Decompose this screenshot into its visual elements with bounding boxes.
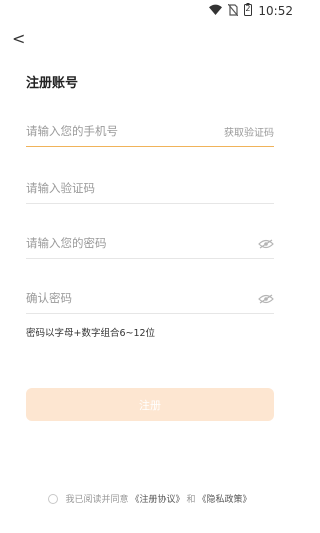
battery-icon: 2	[244, 3, 253, 19]
agreement-row: 我已阅读并同意 《注册协议》 和 《隐私政策》	[0, 492, 300, 505]
eye-off-icon[interactable]	[258, 289, 274, 308]
code-field[interactable]: 请输入验证码	[26, 173, 274, 204]
phone-field[interactable]: 请输入您的手机号 获取验证码	[26, 116, 274, 147]
agreement-middle: 和	[186, 495, 196, 505]
password-input[interactable]: 请输入您的密码	[26, 235, 107, 251]
status-bar: 2 10:52	[0, 0, 300, 22]
terms-link[interactable]: 《注册协议》	[130, 492, 184, 505]
page-title: 注册账号	[26, 76, 79, 91]
no-sim-icon	[227, 3, 239, 19]
wifi-icon	[209, 4, 223, 18]
clock: 10:52	[258, 4, 293, 18]
confirm-password-input[interactable]: 确认密码	[26, 290, 72, 306]
password-field[interactable]: 请输入您的密码	[26, 228, 274, 259]
get-code-button[interactable]: 获取验证码	[224, 124, 274, 139]
confirm-password-field[interactable]: 确认密码	[26, 283, 274, 314]
password-hint: 密码以字母+数字组合6~12位	[26, 328, 156, 339]
chevron-left-icon: <	[12, 29, 26, 48]
battery-level: 2	[245, 4, 251, 13]
code-input[interactable]: 请输入验证码	[26, 180, 95, 196]
register-button[interactable]: 注册	[26, 388, 274, 421]
privacy-link[interactable]: 《隐私政策》	[198, 492, 252, 505]
agree-checkbox[interactable]	[48, 493, 59, 504]
eye-off-icon[interactable]	[258, 234, 274, 253]
agreement-prefix: 我已阅读并同意	[65, 495, 129, 505]
phone-input[interactable]: 请输入您的手机号	[26, 123, 118, 139]
back-button[interactable]: <	[12, 30, 28, 48]
